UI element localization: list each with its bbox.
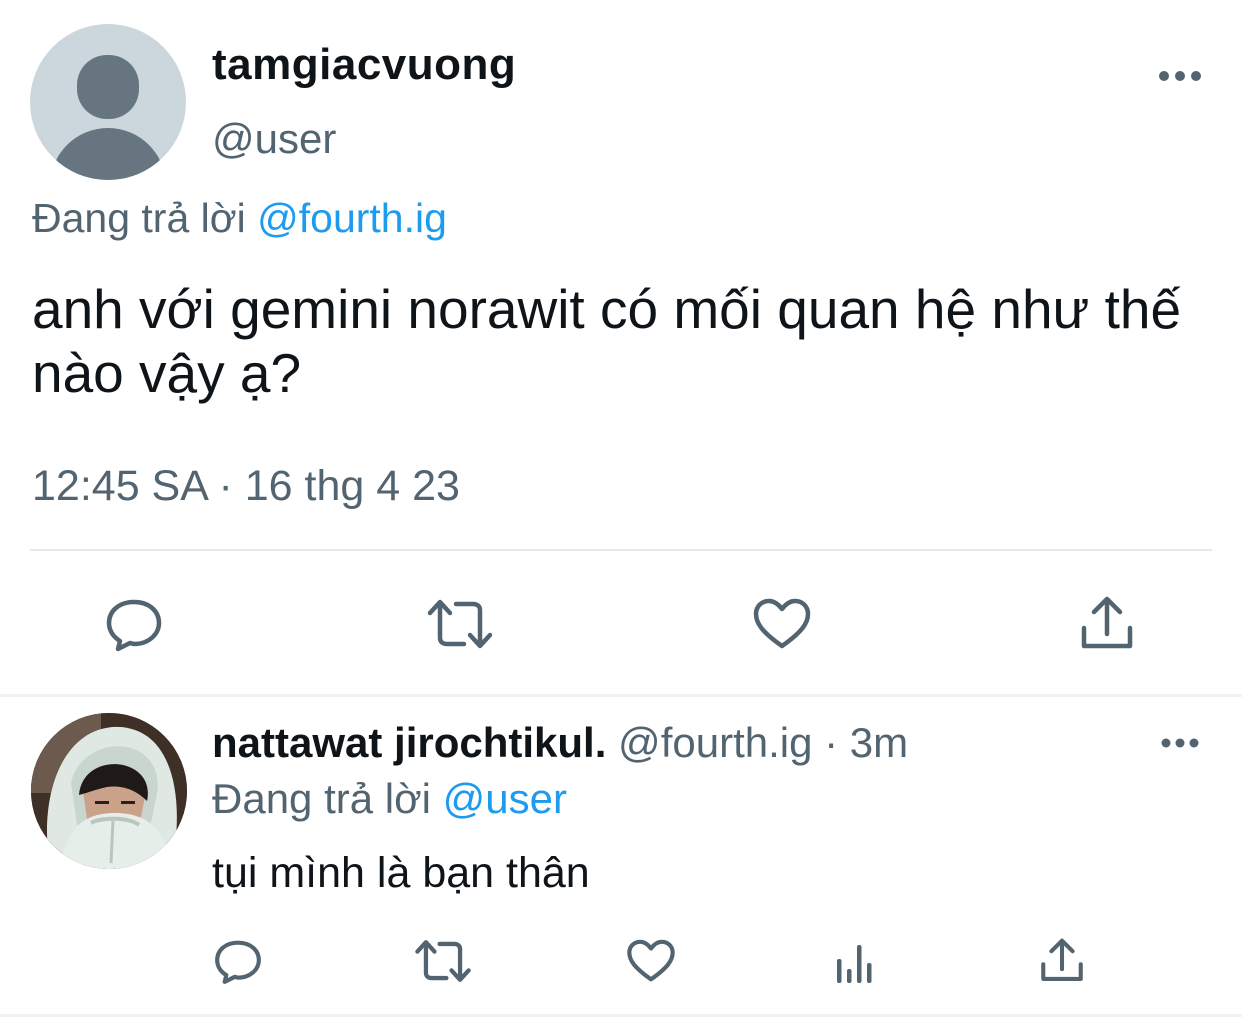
share-button[interactable] xyxy=(1040,937,1084,985)
avatar-photo[interactable] xyxy=(31,713,187,869)
reply-icon xyxy=(106,599,162,652)
like-icon xyxy=(753,598,811,649)
replying-to: Đang trả lời @user xyxy=(212,775,567,823)
avatar-body-shape xyxy=(50,128,166,180)
reply-header: nattawat jirochtikul. @fourth.ig · 3m xyxy=(212,719,908,767)
user-handle[interactable]: @user xyxy=(212,115,336,163)
like-icon xyxy=(627,939,675,982)
reply-button[interactable] xyxy=(104,596,164,652)
reply-meta[interactable]: @fourth.ig · 3m xyxy=(606,719,908,766)
retweet-button[interactable] xyxy=(414,937,472,985)
avatar-image xyxy=(31,713,187,869)
divider xyxy=(30,549,1212,551)
reply-text: tụi mình là bạn thân xyxy=(212,849,590,897)
reply-button[interactable] xyxy=(213,937,263,985)
main-tweet: tamgiacvuong @user Đang trả lời @fourth.… xyxy=(0,0,1242,694)
retweet-button[interactable] xyxy=(426,596,494,652)
reply-display-name[interactable]: nattawat jirochtikul. xyxy=(212,719,606,766)
avatar[interactable] xyxy=(30,24,186,180)
like-button[interactable] xyxy=(752,596,812,652)
more-options-icon[interactable] xyxy=(1158,70,1202,82)
analytics-icon xyxy=(837,945,872,983)
reply-icon xyxy=(215,940,261,984)
tweet-text: anh với gemini norawit có mối quan hệ nh… xyxy=(32,278,1182,404)
replying-to-prefix: Đang trả lời xyxy=(212,775,443,822)
replying-to-prefix: Đang trả lời xyxy=(32,195,258,241)
replying-to: Đang trả lời @fourth.ig xyxy=(32,195,447,242)
share-icon xyxy=(1081,596,1133,649)
avatar-head-shape xyxy=(77,55,139,119)
share-button[interactable] xyxy=(1080,596,1134,652)
tweet-timestamp[interactable]: 12:45 SA · 16 thg 4 23 xyxy=(32,462,460,511)
replying-to-link[interactable]: @user xyxy=(443,775,567,822)
analytics-button[interactable] xyxy=(834,937,878,985)
reply-tweet: nattawat jirochtikul. @fourth.ig · 3m Đa… xyxy=(0,697,1242,1017)
retweet-icon xyxy=(427,599,493,649)
more-options-icon[interactable] xyxy=(1160,737,1200,749)
retweet-icon xyxy=(415,940,471,982)
share-icon xyxy=(1041,938,1083,981)
like-button[interactable] xyxy=(626,937,676,985)
replying-to-link[interactable]: @fourth.ig xyxy=(257,195,447,241)
display-name[interactable]: tamgiacvuong xyxy=(212,40,516,90)
